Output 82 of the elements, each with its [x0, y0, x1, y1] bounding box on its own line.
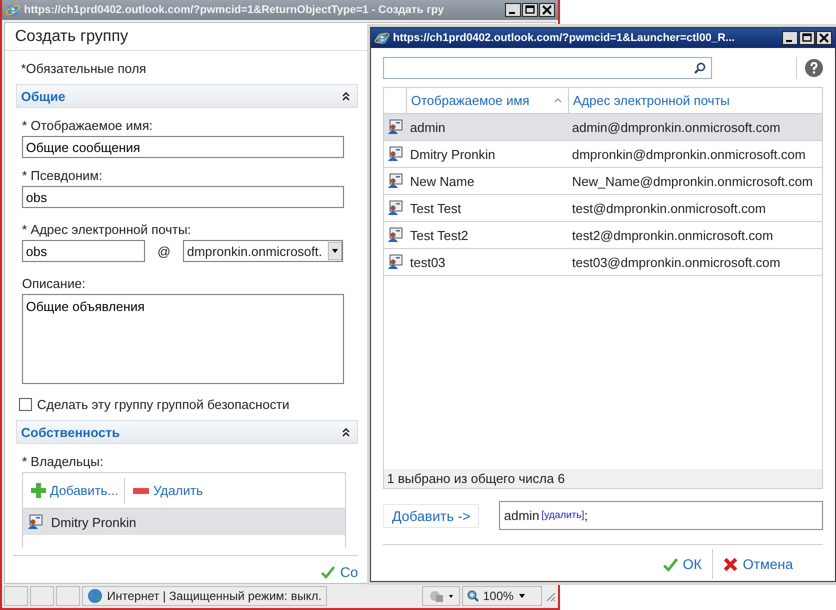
user-card-icon	[387, 173, 403, 189]
field-label: * Псевдоним:	[21, 167, 104, 185]
search-icon[interactable]	[694, 62, 706, 74]
checkbox-label: Сделать эту группу группой безопасности	[37, 397, 290, 412]
recipient-name: admin	[504, 508, 540, 523]
close-button[interactable]	[816, 31, 832, 45]
contact-row[interactable]: test03 test03@dmpronkin.onmicrosoft.com	[384, 249, 822, 276]
table-cell-text: New_Name@dmpronkin.onmicrosoft.com	[571, 174, 814, 188]
plus-icon	[31, 483, 46, 498]
help-icon[interactable]	[805, 59, 823, 77]
user-card-icon	[27, 514, 43, 530]
field-label: * Адрес электронной почты:	[21, 221, 192, 239]
collapse-icon[interactable]	[341, 427, 351, 437]
lock-icon	[427, 589, 455, 603]
ok-button[interactable]: ОК	[662, 556, 702, 572]
status-pane	[56, 586, 80, 606]
table-cell-text: test03	[409, 254, 446, 270]
cancel-button[interactable]: Отмена	[722, 556, 793, 572]
user-card-icon	[387, 200, 403, 216]
collapse-icon[interactable]	[341, 91, 351, 101]
browser-logo-icon	[5, 2, 21, 18]
separator: ;	[584, 508, 588, 523]
save-button[interactable]: Со	[321, 564, 358, 580]
contact-row[interactable]: Test Test2 test2@dmpronkin.onmicrosoft.com	[384, 222, 822, 249]
cross-icon	[722, 556, 738, 572]
table-cell-text: New Name	[409, 174, 476, 188]
table-cell-text: admin	[409, 120, 446, 134]
remove-button[interactable]: Удалить	[133, 483, 209, 498]
column-header[interactable]: Адрес электронной почты	[568, 88, 822, 113]
field-label: Описание:	[21, 275, 86, 293]
section-header[interactable]: Собственность	[16, 420, 358, 444]
section-header[interactable]: Общие	[16, 84, 358, 108]
dropdown-arrow-icon[interactable]	[328, 242, 342, 260]
table-cell-text: test2@dmpronkin.onmicrosoft.com	[571, 228, 774, 242]
table-cell-text: test03@dmpronkin.onmicrosoft.com	[571, 254, 782, 270]
window-title: https://ch1prd0402.outlook.com/?pwmcid=1&ReturnObjectType=1 - Создать гру	[24, 4, 445, 16]
table-cell-text: Test Test2	[409, 228, 470, 242]
input-field[interactable]: obs	[22, 240, 145, 262]
column-header[interactable]: Отображаемое имя	[406, 88, 568, 113]
required-note: *Обязательные поля	[20, 60, 148, 78]
status-pane	[4, 586, 28, 606]
selection-count: 1 выбрано из общего числа 6	[384, 469, 822, 488]
zoom-icon	[467, 590, 479, 602]
user-card-icon	[387, 254, 403, 270]
zoom-dropdown[interactable]: 100%	[462, 586, 542, 606]
caret-icon	[518, 593, 526, 599]
contact-row[interactable]: Dmitry Pronkin dmpronkin@dmpronkin.onmicrosoft.com	[384, 141, 822, 168]
user-card-icon	[387, 227, 403, 243]
table-cell-text: Test Test	[409, 200, 462, 216]
input-field[interactable]: Общие сообщения	[22, 136, 344, 158]
input-field[interactable]: obs	[22, 186, 344, 208]
table-cell-text: admin@dmpronkin.onmicrosoft.com	[571, 120, 782, 134]
maximize-button[interactable]	[799, 31, 815, 45]
checkmark-icon	[321, 565, 336, 579]
status-pane	[30, 586, 54, 606]
checkbox[interactable]	[19, 398, 32, 411]
add-button[interactable]: Добавить ->	[383, 504, 479, 528]
contact-row[interactable]: Test Test test@dmpronkin.onmicrosoft.com	[384, 195, 822, 222]
table-cell-text: Dmitry Pronkin	[409, 146, 496, 162]
browser-logo-icon	[374, 30, 390, 46]
owner-row[interactable]: Dmitry Pronkin	[23, 508, 345, 535]
at-sign: @	[156, 244, 172, 258]
globe-icon	[87, 588, 103, 604]
minus-icon	[133, 488, 150, 494]
add-button[interactable]: Добавить...	[31, 483, 124, 498]
remove-link[interactable]: [удалить]	[541, 510, 584, 521]
user-card-icon	[387, 146, 403, 162]
field-label: * Отображаемое имя:	[21, 117, 154, 135]
user-card-icon	[387, 119, 403, 135]
recipients-field[interactable]: admin[удалить];	[499, 501, 823, 530]
contact-row[interactable]: admin admin@dmpronkin.onmicrosoft.com	[384, 114, 822, 141]
table-cell-text: dmpronkin@dmpronkin.onmicrosoft.com	[571, 146, 807, 162]
contact-row[interactable]: New Name New_Name@dmpronkin.onmicrosoft.com	[384, 168, 822, 195]
search-field[interactable]	[383, 57, 712, 79]
minimize-button[interactable]	[782, 31, 798, 45]
description-field[interactable]: Общие объявления	[22, 294, 344, 384]
domain-dropdown[interactable]: dmpronkin.onmicrosoft.	[183, 240, 343, 262]
resize-grip-icon[interactable]	[544, 590, 556, 602]
zone-text: Интернет | Защищенный режим: выкл.	[107, 589, 322, 603]
table-cell-text: test@dmpronkin.onmicrosoft.com	[571, 200, 767, 216]
checkmark-icon	[662, 556, 678, 572]
field-label: * Владельцы:	[21, 453, 104, 471]
